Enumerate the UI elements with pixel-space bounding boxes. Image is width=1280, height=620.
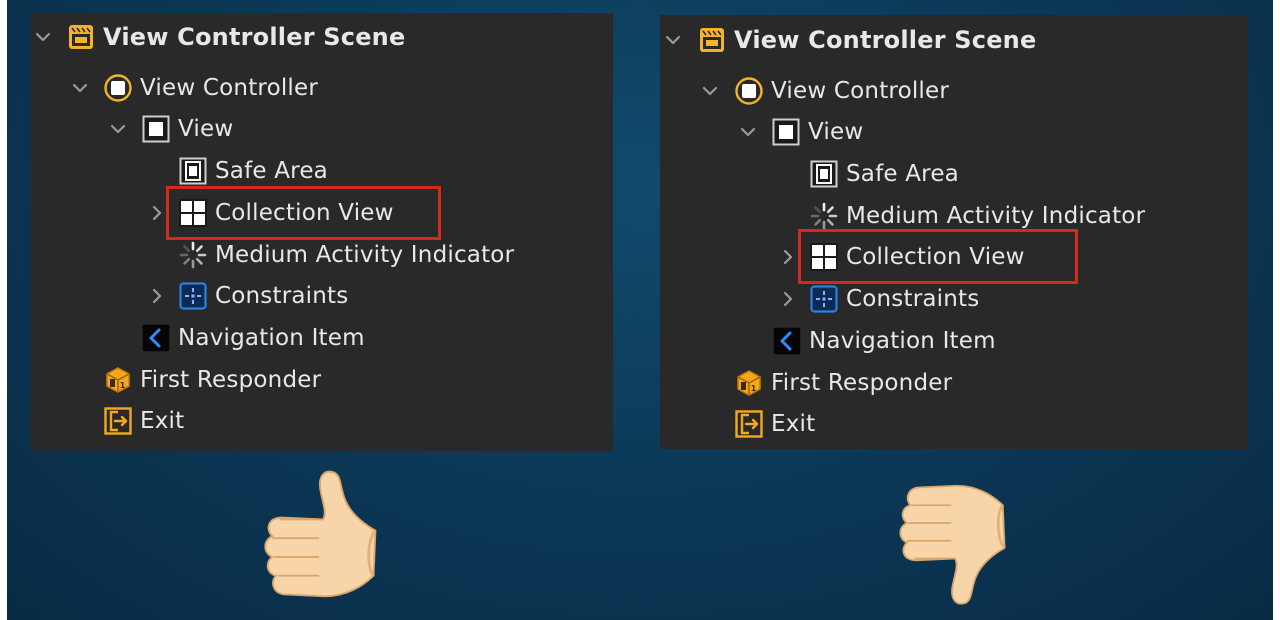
safe-area-label: Safe Area [215,158,328,184]
outline-row-scene[interactable]: View Controller Scene [698,22,1036,58]
safe-area-label: Safe Area [846,161,959,187]
view-controller-label: View Controller [771,78,950,104]
scene-icon [67,23,95,51]
chevron-right-icon[interactable] [147,278,167,314]
activity-indicator-label: Medium Activity Indicator [846,203,1146,229]
right-border [1273,0,1280,620]
first-responder-label: First Responder [771,370,953,396]
chevron-down-icon[interactable] [700,73,720,109]
chevron-down-icon[interactable] [108,111,128,147]
chevron-down-icon[interactable] [738,114,758,150]
navigation-item-icon [142,324,170,352]
view-label: View [178,116,234,142]
activity-indicator-icon [179,241,207,269]
first-responder-label: First Responder [140,367,322,393]
exit-label: Exit [140,408,185,434]
view-controller-icon [104,74,132,102]
left-border [0,0,7,620]
constraints-icon [179,282,207,310]
outline-panel-right: View Controller Scene View Controller Vi… [660,15,1248,449]
activity-indicator-icon [810,202,838,230]
outline-row-navigation-item[interactable]: Navigation Item [773,323,996,359]
outline-row-first-responder[interactable]: First Responder [104,362,321,398]
chevron-down-icon[interactable] [70,70,90,106]
view-controller-icon [735,77,763,105]
chevron-right-icon[interactable] [778,239,798,275]
scene-title: View Controller Scene [734,26,1037,54]
exit-icon [735,410,763,438]
scene-title: View Controller Scene [103,23,406,51]
constraints-icon [810,285,838,313]
view-label: View [808,119,864,145]
chevron-down-icon[interactable] [663,22,683,58]
activity-indicator-label: Medium Activity Indicator [215,242,515,268]
outline-row-view-controller[interactable]: View Controller [735,73,949,109]
highlight-box [798,229,1078,284]
navigation-item-icon [773,327,801,355]
exit-icon [104,407,132,435]
outline-row-safe-area[interactable]: Safe Area [810,156,959,192]
outline-row-exit[interactable]: Exit [735,406,815,442]
outline-panel-left: View Controller Scene View Controller Vi… [30,13,613,451]
navigation-item-label: Navigation Item [178,325,365,351]
safe-area-icon [810,160,838,188]
outline-row-scene[interactable]: View Controller Scene [67,19,405,55]
scene-icon [698,26,726,54]
outline-row-constraints[interactable]: Constraints [810,281,979,317]
first-responder-icon [104,366,132,394]
thumbs-down-icon [888,468,1020,610]
outline-row-view[interactable]: View [142,111,233,147]
outline-row-view[interactable]: View [772,114,863,150]
outline-row-view-controller[interactable]: View Controller [104,70,318,106]
chevron-right-icon[interactable] [147,195,167,231]
highlight-box [166,186,441,240]
thumbs-up-icon [256,465,388,615]
outline-row-navigation-item[interactable]: Navigation Item [142,320,365,356]
outline-row-activity-indicator[interactable]: Medium Activity Indicator [179,237,514,273]
first-responder-icon [735,369,763,397]
navigation-item-label: Navigation Item [809,328,996,354]
constraints-label: Constraints [215,283,349,309]
safe-area-icon [179,157,207,185]
chevron-right-icon[interactable] [778,281,798,317]
view-icon [772,118,800,146]
chevron-down-icon[interactable] [33,19,53,55]
outline-row-first-responder[interactable]: First Responder [735,365,952,401]
outline-row-safe-area[interactable]: Safe Area [179,153,328,189]
view-controller-label: View Controller [140,75,319,101]
view-icon [142,115,170,143]
outline-row-constraints[interactable]: Constraints [179,278,348,314]
constraints-label: Constraints [846,286,980,312]
exit-label: Exit [771,411,816,437]
outline-row-exit[interactable]: Exit [104,403,184,439]
